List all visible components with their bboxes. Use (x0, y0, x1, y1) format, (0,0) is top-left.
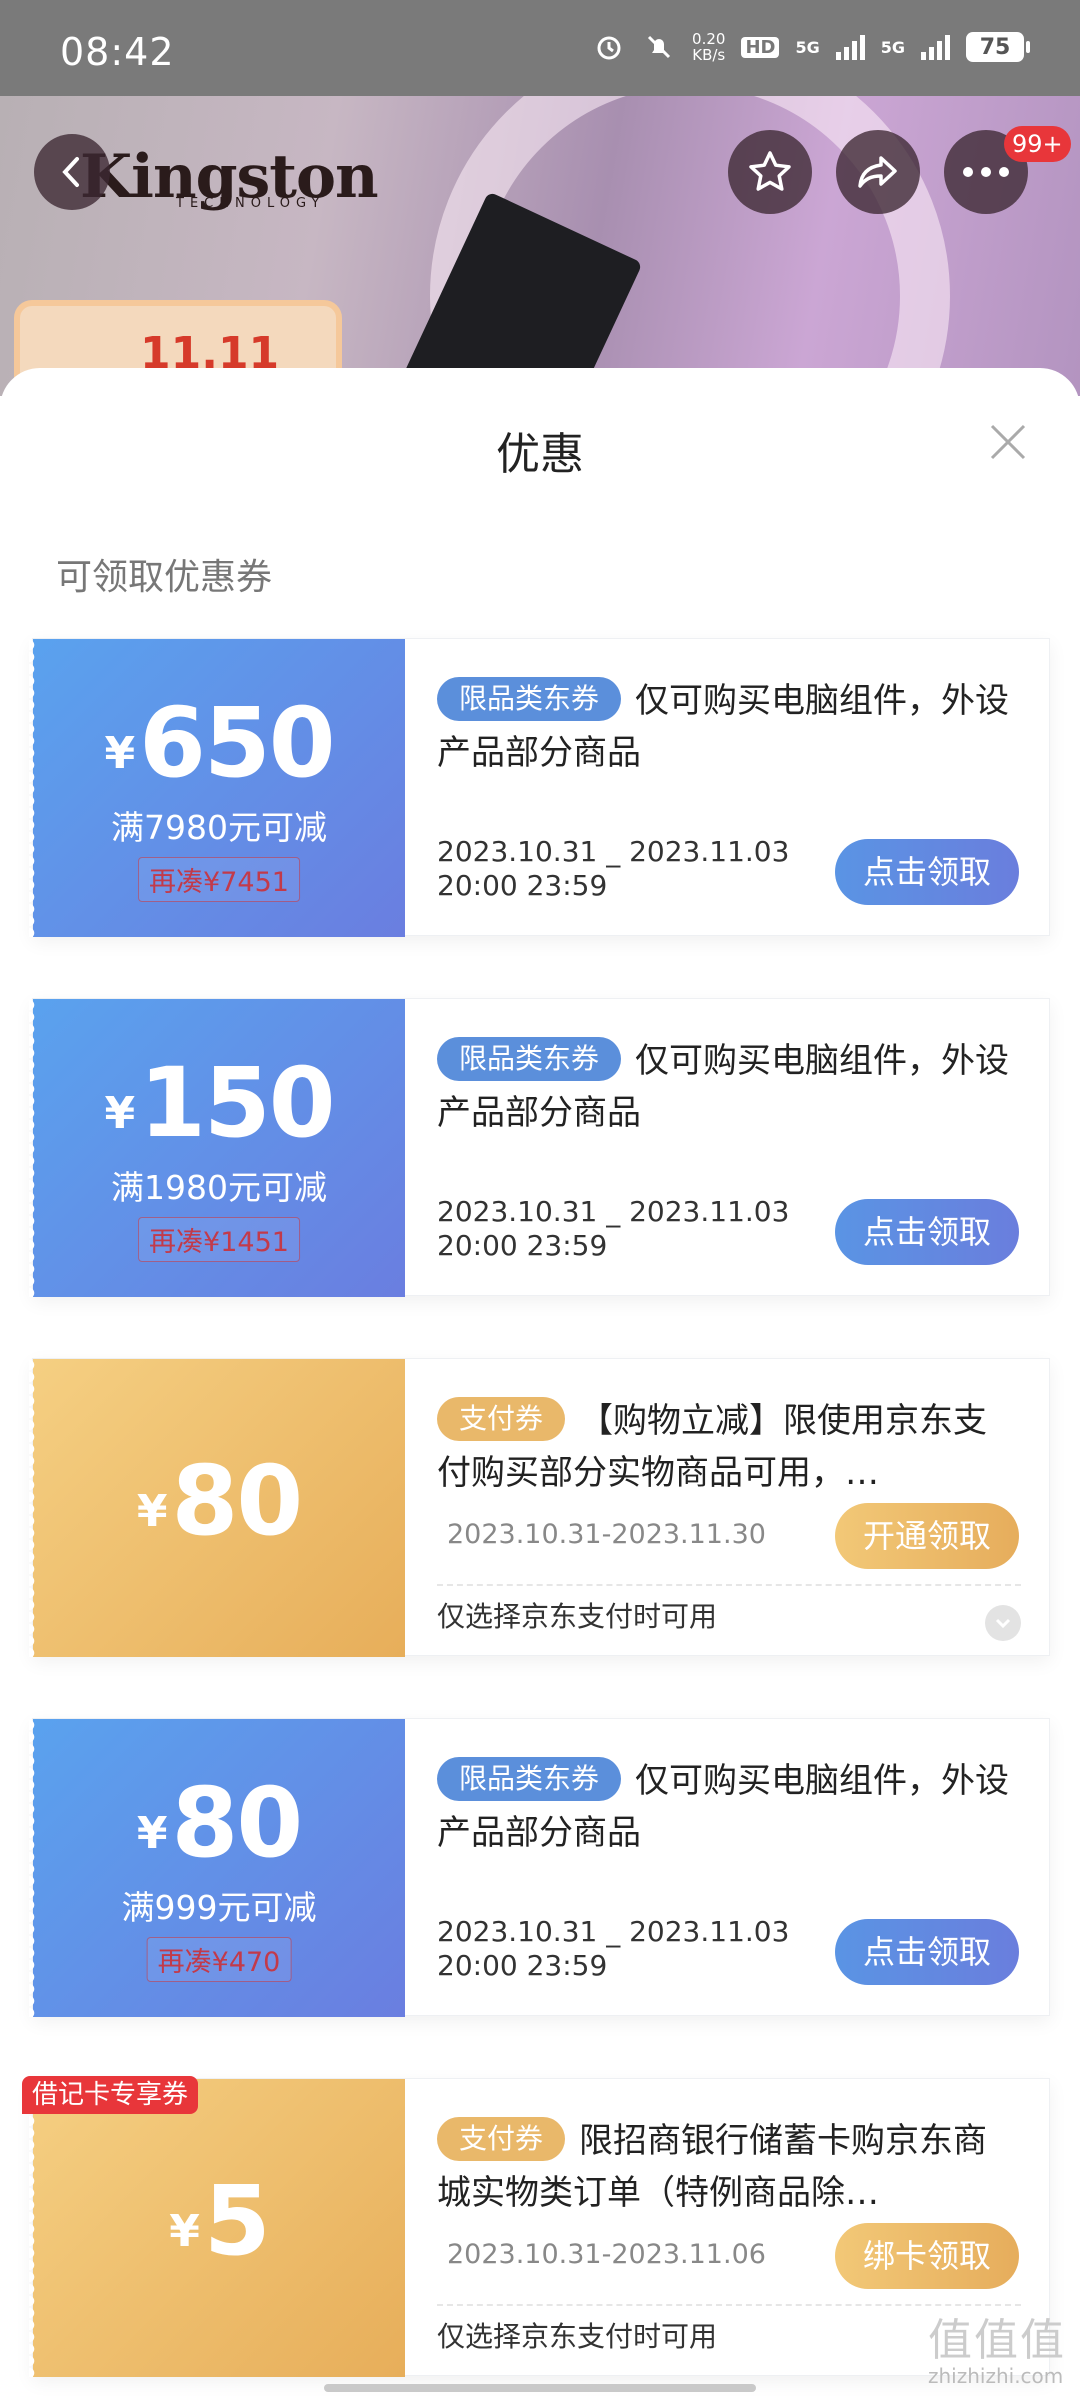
coupon-amount: ¥150 (33, 1047, 405, 1159)
coupon-amount: ¥5 (33, 2165, 405, 2277)
coupon-description: 限品类东券 仅可购买电脑组件，外设产品部分商品 (437, 1755, 1017, 1859)
coupon-tag: 限品类东券 (437, 1037, 622, 1081)
net-speed: 0.20 KB/s (692, 30, 726, 64)
section-label: 可领取优惠券 (56, 557, 273, 598)
coupon-tag: 支付券 (437, 1397, 566, 1441)
hd-icon: HD (741, 36, 780, 58)
coupon-value-panel: ¥5 (29, 2079, 405, 2377)
amount-value: 150 (139, 1047, 335, 1159)
claim-button[interactable]: 点击领取 (834, 839, 1019, 905)
coupon-description: 限品类东券 仅可购买电脑组件，外设产品部分商品 (437, 1035, 1017, 1139)
home-indicator[interactable] (324, 2384, 756, 2392)
coupon-note: 仅选择京东支付时可用 (437, 1600, 718, 1633)
coupon-condition: 满999元可减 (121, 1888, 317, 1927)
amount-value: 650 (139, 687, 335, 799)
amount-value: 80 (171, 1767, 304, 1879)
close-icon (990, 424, 1026, 460)
coupon-card: ¥150 满1980元可减 再凑¥1451 限品类东券 仅可购买电脑组件，外设产品… (29, 998, 1050, 1297)
date-start: 2023.10.31 _ 2023.11.03 (437, 1915, 790, 1948)
star-icon (749, 151, 791, 191)
bind-card-claim-button[interactable]: 绑卡领取 (834, 2223, 1019, 2289)
chevron-left-icon (62, 157, 79, 187)
amount-value: 80 (171, 1445, 304, 1557)
coupon-value-panel: ¥150 满1980元可减 再凑¥1451 (29, 999, 405, 1297)
coupon-date-range: 2023.10.31-2023.11.30 (447, 1519, 766, 1550)
battery-icon: 75 (966, 32, 1030, 62)
coupon-value-panel: ¥80 (29, 1359, 405, 1657)
divider (437, 2304, 1021, 2306)
claim-button[interactable]: 点击领取 (834, 1199, 1019, 1265)
signal-5g-label-2: 5G (880, 37, 905, 57)
share-icon (858, 156, 897, 188)
coupon-condition: 满1980元可减 (111, 1168, 327, 1207)
coupon-tag: 限品类东券 (437, 1757, 622, 1801)
date-start: 2023.10.31 _ 2023.11.03 (437, 835, 790, 868)
coupon-value-panel: ¥80 满999元可减 再凑¥470 (29, 1719, 405, 2017)
status-icons: 0.20 KB/s HD 5G 5G 75 (592, 30, 1030, 64)
date-end: 20:00 23:59 (437, 869, 608, 902)
signal-bars-icon-2 (921, 34, 950, 60)
coupon-dates: 2023.10.31 _ 2023.11.03 20:00 23:59 (437, 1915, 789, 1983)
coupon-card: ¥80 满999元可减 再凑¥470 限品类东券 仅可购买电脑组件，外设产品部分商… (29, 1718, 1050, 2017)
coupon-amount: ¥80 (33, 1445, 405, 1557)
coupon-tag: 限品类东券 (437, 677, 622, 721)
coupon-description: 支付券 限招商银行储蓄卡购京东商城实物类订单（特例商品除… (437, 2115, 1017, 2219)
favorite-button[interactable] (728, 130, 812, 214)
coupon-card: ¥650 满7980元可减 再凑¥7451 限品类东券 仅可购买电脑组件，外设产品… (29, 638, 1050, 937)
watermark: 值值值 zhizhizhi.com (928, 2315, 1066, 2389)
expand-button[interactable] (985, 1605, 1021, 1641)
alarm-icon (592, 30, 626, 64)
debit-card-badge: 借记卡专享券 (22, 2076, 199, 2114)
close-button[interactable] (986, 420, 1030, 464)
watermark-url: zhizhizhi.com (928, 2364, 1064, 2388)
amount-value: 5 (203, 2165, 271, 2277)
coupon-amount: ¥650 (33, 687, 405, 799)
activate-claim-button[interactable]: 开通领取 (834, 1503, 1019, 1569)
currency-symbol: ¥ (136, 1486, 168, 1537)
currency-symbol: ¥ (104, 728, 136, 779)
coupon-amount: ¥80 (33, 1767, 405, 1879)
divider (437, 1584, 1021, 1586)
currency-symbol: ¥ (104, 1088, 136, 1139)
brand-sub: TECHNOLOGY (176, 196, 326, 211)
share-button[interactable] (836, 130, 920, 214)
signal-bars-icon (835, 34, 865, 60)
status-bar: 08:42 0.20 KB/s HD 5G 5G 75 (0, 0, 1080, 96)
coupon-condition: 满7980元可减 (111, 808, 327, 847)
mute-bell-icon (642, 30, 676, 64)
signal-5g-label: 5G (795, 37, 820, 57)
coupon-dates: 2023.10.31 _ 2023.11.03 20:00 23:59 (437, 1195, 789, 1263)
watermark-logo: 值值值 (928, 2315, 1066, 2366)
need-more-label: 再凑¥1451 (138, 1217, 300, 1262)
date-start: 2023.10.31 _ 2023.11.03 (437, 1195, 790, 1228)
date-end: 20:00 23:59 (437, 1229, 608, 1262)
more-dots-icon (963, 167, 1009, 177)
coupon-description: 限品类东券 仅可购买电脑组件，外设产品部分商品 (437, 675, 1017, 779)
product-hero: Kingston TECHNOLOGY 11.11 (0, 96, 1080, 396)
coupon-tag: 支付券 (437, 2117, 566, 2161)
coupon-card: ¥5 支付券 限招商银行储蓄卡购京东商城实物类订单（特例商品除… 2023.10.… (29, 2078, 1050, 2377)
currency-symbol: ¥ (169, 2206, 200, 2257)
coupon-description: 支付券 【购物立减】限使用京东支付购买部分实物商品可用，… (437, 1395, 1017, 1499)
need-more-label: 再凑¥7451 (138, 857, 300, 902)
date-end: 20:00 23:59 (437, 1949, 608, 1982)
coupon-note: 仅选择京东支付时可用 (437, 2320, 718, 2353)
need-more-label: 再凑¥470 (146, 1937, 292, 1982)
coupon-card: ¥80 支付券 【购物立减】限使用京东支付购买部分实物商品可用，… 2023.10… (29, 1358, 1050, 1657)
message-count-badge: 99+ (1004, 126, 1071, 162)
coupon-value-panel: ¥650 满7980元可减 再凑¥7451 (29, 639, 405, 937)
claim-button[interactable]: 点击领取 (834, 1919, 1019, 1985)
coupon-dates: 2023.10.31 _ 2023.11.03 20:00 23:59 (437, 835, 789, 903)
currency-symbol: ¥ (136, 1808, 168, 1859)
sheet-title: 优惠 (496, 429, 584, 480)
status-time: 08:42 (60, 30, 175, 74)
coupon-date-range: 2023.10.31-2023.11.06 (447, 2239, 766, 2270)
back-button[interactable] (34, 134, 110, 210)
chevron-down-icon (995, 1618, 1011, 1629)
